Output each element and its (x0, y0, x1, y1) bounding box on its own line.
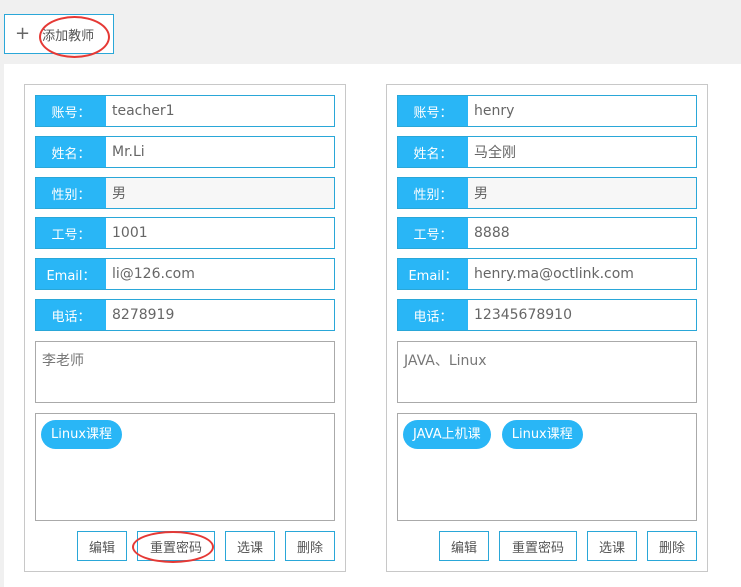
course-tag[interactable]: Linux课程 (41, 420, 123, 449)
top-toolbar: + 添加教师 (0, 0, 741, 64)
name-value[interactable]: Mr.Li (106, 137, 334, 167)
employee-no-field[interactable]: 工号： 8888 (397, 217, 697, 249)
phone-field[interactable]: 电话： 12345678910 (397, 299, 697, 331)
reset-password-button[interactable]: 重置密码 (137, 531, 215, 561)
email-value[interactable]: li@126.com (106, 259, 334, 289)
course-tag[interactable]: JAVA上机课 (403, 420, 491, 449)
email-label: Email： (398, 259, 468, 289)
name-label: 姓名： (36, 137, 106, 167)
account-value[interactable]: henry (468, 96, 696, 126)
delete-button[interactable]: 删除 (285, 531, 335, 561)
card-actions: 编辑 重置密码 选课 删除 (439, 531, 697, 561)
add-teacher-label: 添加教师 (42, 28, 95, 44)
gender-field[interactable]: 性别： 男 (35, 177, 335, 209)
email-field[interactable]: Email： henry.ma@octlink.com (397, 258, 697, 290)
course-tags-box: JAVA上机课 Linux课程 (397, 413, 697, 521)
teacher-card: 账号： teacher1 姓名： Mr.Li 性别： 男 工号： 1001 Em… (24, 84, 346, 572)
email-label: Email： (36, 259, 106, 289)
card-actions: 编辑 重置密码 选课 删除 (77, 531, 335, 561)
name-field[interactable]: 姓名： Mr.Li (35, 136, 335, 168)
select-courses-button[interactable]: 选课 (587, 531, 637, 561)
teacher-card: 账号： henry 姓名： 马全刚 性别： 男 工号： 8888 Email： … (386, 84, 708, 572)
employee-no-value[interactable]: 1001 (106, 218, 334, 248)
account-field[interactable]: 账号： teacher1 (35, 95, 335, 127)
edit-button[interactable]: 编辑 (77, 531, 127, 561)
remark-textarea[interactable]: JAVA、Linux (397, 341, 697, 403)
account-label: 账号： (36, 96, 106, 126)
name-label: 姓名： (398, 137, 468, 167)
account-field[interactable]: 账号： henry (397, 95, 697, 127)
email-field[interactable]: Email： li@126.com (35, 258, 335, 290)
name-value[interactable]: 马全刚 (468, 137, 696, 167)
employee-no-value[interactable]: 8888 (468, 218, 696, 248)
course-tags-box: Linux课程 (35, 413, 335, 521)
phone-value[interactable]: 12345678910 (468, 300, 696, 330)
phone-value[interactable]: 8278919 (106, 300, 334, 330)
phone-label: 电话： (398, 300, 468, 330)
employee-no-field[interactable]: 工号： 1001 (35, 217, 335, 249)
account-label: 账号： (398, 96, 468, 126)
gender-field[interactable]: 性别： 男 (397, 177, 697, 209)
edit-button[interactable]: 编辑 (439, 531, 489, 561)
plus-icon: + (15, 23, 31, 44)
delete-button[interactable]: 删除 (647, 531, 697, 561)
account-value[interactable]: teacher1 (106, 96, 334, 126)
remark-textarea[interactable]: 李老师 (35, 341, 335, 403)
course-tag[interactable]: Linux课程 (501, 420, 583, 449)
teacher-list-panel: 账号： teacher1 姓名： Mr.Li 性别： 男 工号： 1001 Em… (4, 64, 741, 587)
employee-no-label: 工号： (398, 218, 468, 248)
name-field[interactable]: 姓名： 马全刚 (397, 136, 697, 168)
reset-password-button[interactable]: 重置密码 (499, 531, 577, 561)
phone-field[interactable]: 电话： 8278919 (35, 299, 335, 331)
gender-label: 性别： (398, 178, 468, 208)
gender-label: 性别： (36, 178, 106, 208)
email-value[interactable]: henry.ma@octlink.com (468, 259, 696, 289)
employee-no-label: 工号： (36, 218, 106, 248)
select-courses-button[interactable]: 选课 (225, 531, 275, 561)
gender-value[interactable]: 男 (106, 178, 334, 208)
add-teacher-button[interactable]: + 添加教师 (4, 14, 114, 54)
phone-label: 电话： (36, 300, 106, 330)
gender-value[interactable]: 男 (468, 178, 696, 208)
